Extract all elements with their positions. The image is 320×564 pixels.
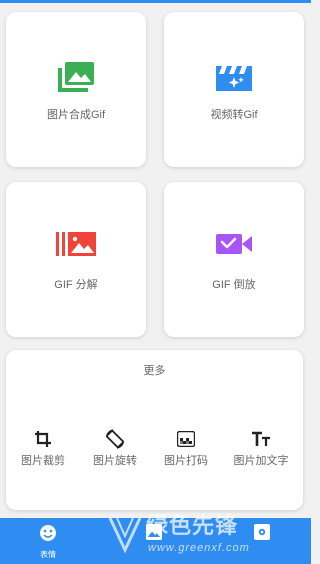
tab-label: 表情 [40, 550, 56, 559]
tab-emoji[interactable]: 表情 [18, 524, 78, 560]
tool-label: 图片旋转 [93, 455, 137, 467]
more-tools-panel: 更多 图片裁剪 图片旋转 图片打码 图片加文字 [6, 350, 303, 510]
image-icon [146, 524, 162, 540]
bottom-nav: 表情 [0, 518, 311, 564]
reverse-video-icon [216, 232, 252, 261]
rotate-image-button[interactable]: 图片旋转 [78, 428, 152, 468]
mosaic-icon [149, 428, 223, 450]
rotate-icon [78, 428, 152, 450]
smile-icon [40, 525, 56, 541]
gif-split-card[interactable]: GIF 分解 [6, 182, 146, 337]
film-split-icon [56, 232, 96, 261]
tab-images[interactable] [124, 524, 184, 545]
mosaic-image-button[interactable]: 图片打码 [149, 428, 223, 468]
card-label: 图片合成Gif [46, 109, 106, 121]
more-title: 更多 [143, 365, 166, 377]
video-to-gif-card[interactable]: 视频转Gif [164, 12, 304, 167]
tool-label: 图片打码 [164, 455, 208, 467]
clapperboard-sparkle-icon [216, 62, 252, 97]
images-to-gif-card[interactable]: 图片合成Gif [6, 12, 146, 167]
gallery-icon [58, 62, 94, 97]
crop-icon [6, 428, 80, 450]
text-icon [224, 428, 298, 450]
card-label: GIF 分解 [54, 279, 98, 291]
tool-label: 图片加文字 [233, 455, 289, 467]
gif-reverse-card[interactable]: GIF 倒放 [164, 182, 304, 337]
top-accent-line [0, 0, 311, 3]
card-label: GIF 倒放 [212, 279, 256, 291]
tab-settings[interactable] [232, 524, 292, 545]
crop-image-button[interactable]: 图片裁剪 [6, 428, 80, 468]
add-text-button[interactable]: 图片加文字 [224, 428, 298, 468]
card-label: 视频转Gif [210, 109, 258, 121]
settings-icon [254, 524, 270, 540]
tool-label: 图片裁剪 [21, 455, 65, 467]
